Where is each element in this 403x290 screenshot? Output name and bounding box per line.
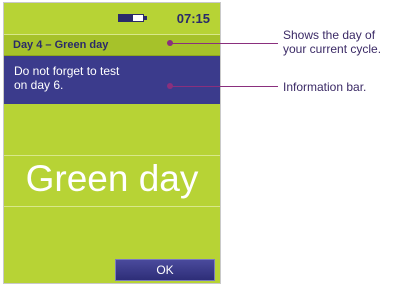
day-header: Day 4 – Green day — [4, 34, 220, 56]
day-callout-text: Shows the day of your current cycle. — [283, 28, 382, 56]
clock: 07:15 — [176, 11, 210, 26]
divider — [4, 155, 220, 156]
battery-level-fill — [119, 15, 134, 21]
callout-line — [170, 43, 278, 44]
information-bar: Do not forget to test on day 6. — [4, 56, 220, 104]
battery-icon — [118, 14, 144, 22]
info-callout-text: Information bar. — [283, 80, 367, 94]
device-screen: 07:15 Day 4 – Green day Do not forget to… — [3, 2, 221, 284]
day-status-label: Green day — [25, 158, 199, 199]
info-message: Do not forget to test on day 6. — [14, 64, 120, 92]
ok-button[interactable]: OK — [115, 259, 215, 281]
divider — [4, 206, 220, 207]
day-label: Day 4 – Green day — [13, 39, 109, 51]
battery-tip — [144, 16, 147, 20]
callout-line — [170, 86, 278, 87]
status-bar: 07:15 — [4, 3, 220, 33]
